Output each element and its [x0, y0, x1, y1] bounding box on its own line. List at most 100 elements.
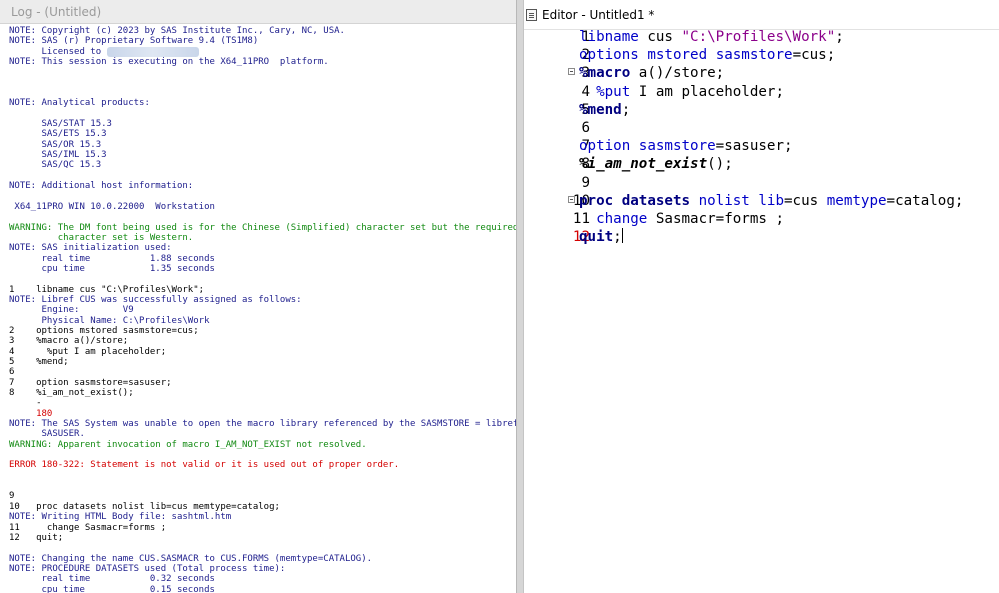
log-line: NOTE: Libref CUS was successfully assign… — [9, 294, 302, 305]
code-token: sasmstore — [715, 47, 793, 64]
code-text: option sasmstore=sasuser; — [579, 137, 793, 155]
code-line[interactable]: 1 libname cus "C:\Profiles\Work"; — [524, 28, 999, 46]
log-content[interactable]: NOTE: Copyright (c) 2023 by SAS Institut… — [9, 26, 516, 593]
code-text: proc datasets nolist lib=cus memtype=cat… — [579, 192, 963, 210]
code-text: %i_am_not_exist(); — [579, 155, 733, 173]
log-line: NOTE: Analytical products: — [9, 98, 150, 109]
editor-document-icon — [526, 9, 537, 21]
log-line: real time 0.32 seconds — [9, 574, 215, 585]
code-token: sasmstore — [638, 138, 716, 155]
code-text: change Sasmacr=forms ; — [579, 210, 784, 228]
log-window-title: Log - (Untitled) — [0, 0, 516, 24]
editor-window[interactable]: Editor - Untitled1 * 1 libname cus "C:\Pr… — [524, 0, 999, 593]
code-line[interactable]: 5 %mend; — [524, 101, 999, 119]
code-token: ; — [835, 29, 844, 45]
code-line[interactable]: 11 change Sasmacr=forms ; — [524, 210, 999, 228]
code-text: %put I am placeholder; — [579, 83, 784, 101]
code-line[interactable]: 2 options mstored sasmstore=cus; — [524, 46, 999, 64]
log-line: X64_11PRO WIN 10.0.22000 Workstation — [9, 201, 215, 212]
code-token: %i_am_not_exist — [579, 156, 708, 173]
code-text: options mstored sasmstore=cus; — [579, 46, 835, 64]
code-line[interactable]: 12 quit; — [524, 228, 999, 246]
code-text: quit; — [579, 228, 623, 246]
code-text: libname cus "C:\Profiles\Work"; — [579, 28, 844, 46]
code-token: a()/store; — [630, 65, 725, 82]
code-token: ; — [613, 229, 622, 246]
fold-toggle-icon[interactable] — [568, 195, 575, 203]
log-line: SAS/STAT 15.3 — [9, 119, 112, 130]
code-token: =catalog; — [886, 192, 964, 209]
log-line: NOTE: Additional host information: — [9, 181, 194, 192]
log-line: WARNING: Apparent invocation of macro I_… — [9, 439, 367, 450]
log-line: 4 %put I am placeholder; — [9, 346, 167, 357]
code-token: nolist — [698, 192, 750, 209]
code-line[interactable]: 7 option sasmstore=sasuser; — [524, 137, 999, 155]
log-line: 5 %mend; — [9, 357, 69, 367]
code-token: =cus; — [792, 47, 836, 64]
code-token: Sasmacr=forms ; — [647, 211, 785, 227]
code-line[interactable]: 10 proc datasets nolist lib=cus memtype=c… — [524, 192, 999, 210]
code-token: ; — [621, 101, 631, 118]
code-token: %mend — [579, 101, 622, 118]
fold-toggle-icon[interactable] — [568, 68, 575, 76]
log-line: NOTE: SAS (r) Proprietary Software 9.4 (… — [9, 36, 259, 47]
log-line: cpu time 0.15 seconds — [9, 584, 215, 593]
code-token: proc datasets — [579, 192, 691, 209]
log-line: 1 libname cus "C:\Profiles\Work"; — [9, 284, 205, 295]
log-line: Licensed to XXXXXXXXXXXXXXXXX — [9, 46, 514, 57]
code-token: %put — [596, 83, 631, 100]
code-token: libname — [579, 29, 639, 45]
editor-window-title: Editor - Untitled1 * — [542, 8, 655, 22]
log-line: real time 1.88 seconds — [9, 253, 215, 264]
code-token: I am placeholder; — [630, 83, 785, 100]
code-token: change — [596, 211, 648, 227]
log-line: cpu time 1.35 seconds — [9, 263, 215, 274]
log-line: 7 option sasmstore=sasuser; — [9, 377, 172, 388]
code-line[interactable]: 6 — [524, 119, 999, 137]
code-token: options — [579, 47, 639, 64]
code-line[interactable]: 9 — [524, 174, 999, 192]
text-caret — [621, 228, 623, 244]
log-line: SAS/QC 15.3 — [9, 160, 102, 171]
log-line: SAS/OR 15.3 — [9, 139, 102, 150]
code-token: =cus — [784, 192, 827, 209]
log-line: SAS/ETS 15.3 — [9, 129, 107, 140]
log-line: - — [9, 398, 42, 409]
log-line: NOTE: PROCEDURE DATASETS used (Total pro… — [9, 563, 286, 574]
code-line[interactable]: 4 %put I am placeholder; — [524, 83, 999, 101]
pane-splitter[interactable] — [516, 0, 524, 593]
code-text: %mend; — [579, 101, 630, 119]
log-line: NOTE: Changing the name CUS.SASMACR to C… — [9, 553, 373, 564]
log-line: Engine: V9 — [9, 305, 134, 316]
code-token: "C:\Profiles\Work" — [681, 29, 836, 45]
log-window[interactable]: Log - (Untitled) NOTE: Copyright (c) 202… — [0, 0, 516, 593]
log-line: 2 options mstored sasmstore=cus; — [9, 325, 199, 336]
code-line[interactable]: 3 %macro a()/store; — [524, 64, 999, 82]
log-line: NOTE: Copyright (c) 2023 by SAS Institut… — [9, 26, 345, 36]
code-token: memtype — [826, 192, 887, 209]
log-line: 10 proc datasets nolist lib=cus memtype=… — [9, 501, 280, 512]
code-token: %macro — [579, 65, 631, 82]
line-number: 6 — [581, 120, 590, 136]
log-line: 11 change Sasmacr=forms ; — [9, 522, 167, 533]
code-token: quit — [579, 229, 614, 246]
log-line: 9 — [9, 491, 15, 502]
code-editor[interactable]: 1 libname cus "C:\Profiles\Work"; 2 options… — [524, 28, 999, 593]
code-text: %macro a()/store; — [579, 64, 724, 82]
code-token: lib — [758, 192, 785, 209]
code-line[interactable]: 8 %i_am_not_exist(); — [524, 155, 999, 173]
